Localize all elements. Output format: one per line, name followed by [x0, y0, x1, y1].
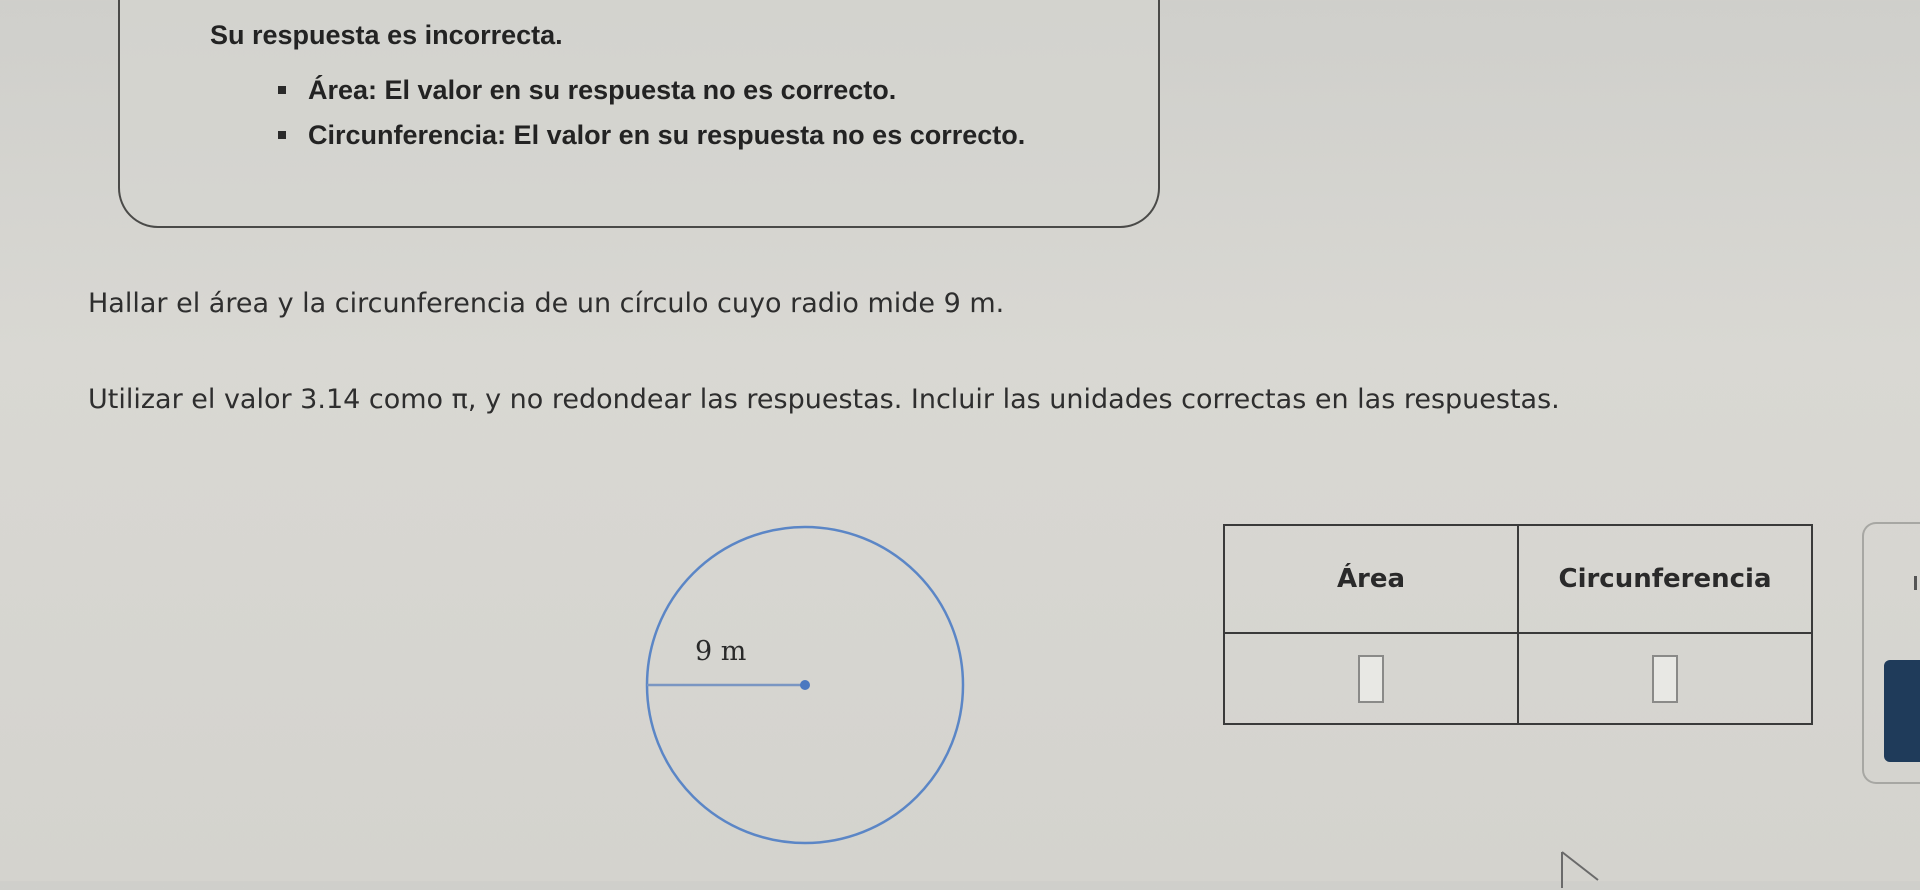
circle-figure: [645, 525, 965, 845]
answer-table-header-row: Área Circunferencia: [1223, 524, 1813, 634]
answer-table: Área Circunferencia: [1223, 524, 1813, 725]
problem-statement: Hallar el área y la circunferencia de un…: [88, 288, 1005, 319]
area-cell[interactable]: [1223, 632, 1519, 725]
header-area: Área: [1223, 524, 1519, 634]
feedback-item-area: Área: El valor en su respuesta no es cor…: [277, 72, 1025, 117]
feedback-list: Área: El valor en su respuesta no es cor…: [277, 72, 1025, 162]
cursor-pointer-icon: [1561, 851, 1599, 888]
radius-label: 9 m: [695, 636, 747, 667]
circumference-input[interactable]: [1652, 654, 1678, 703]
answer-table-input-row: [1223, 632, 1813, 725]
feedback-box: Su respuesta es incorrecta. Área: El val…: [118, 0, 1160, 228]
side-panel-marker: [1914, 576, 1917, 590]
center-point: [800, 680, 810, 690]
feedback-title: Su respuesta es incorrecta.: [210, 20, 563, 50]
side-action-button[interactable]: [1884, 660, 1920, 762]
area-input[interactable]: [1358, 654, 1384, 703]
header-circumference: Circunferencia: [1517, 524, 1813, 634]
problem-instructions: Utilizar el valor 3.14 como π, y no redo…: [88, 384, 1560, 415]
circumference-cell[interactable]: [1517, 632, 1813, 725]
feedback-item-circumference: Circunferencia: El valor en su respuesta…: [277, 117, 1025, 162]
